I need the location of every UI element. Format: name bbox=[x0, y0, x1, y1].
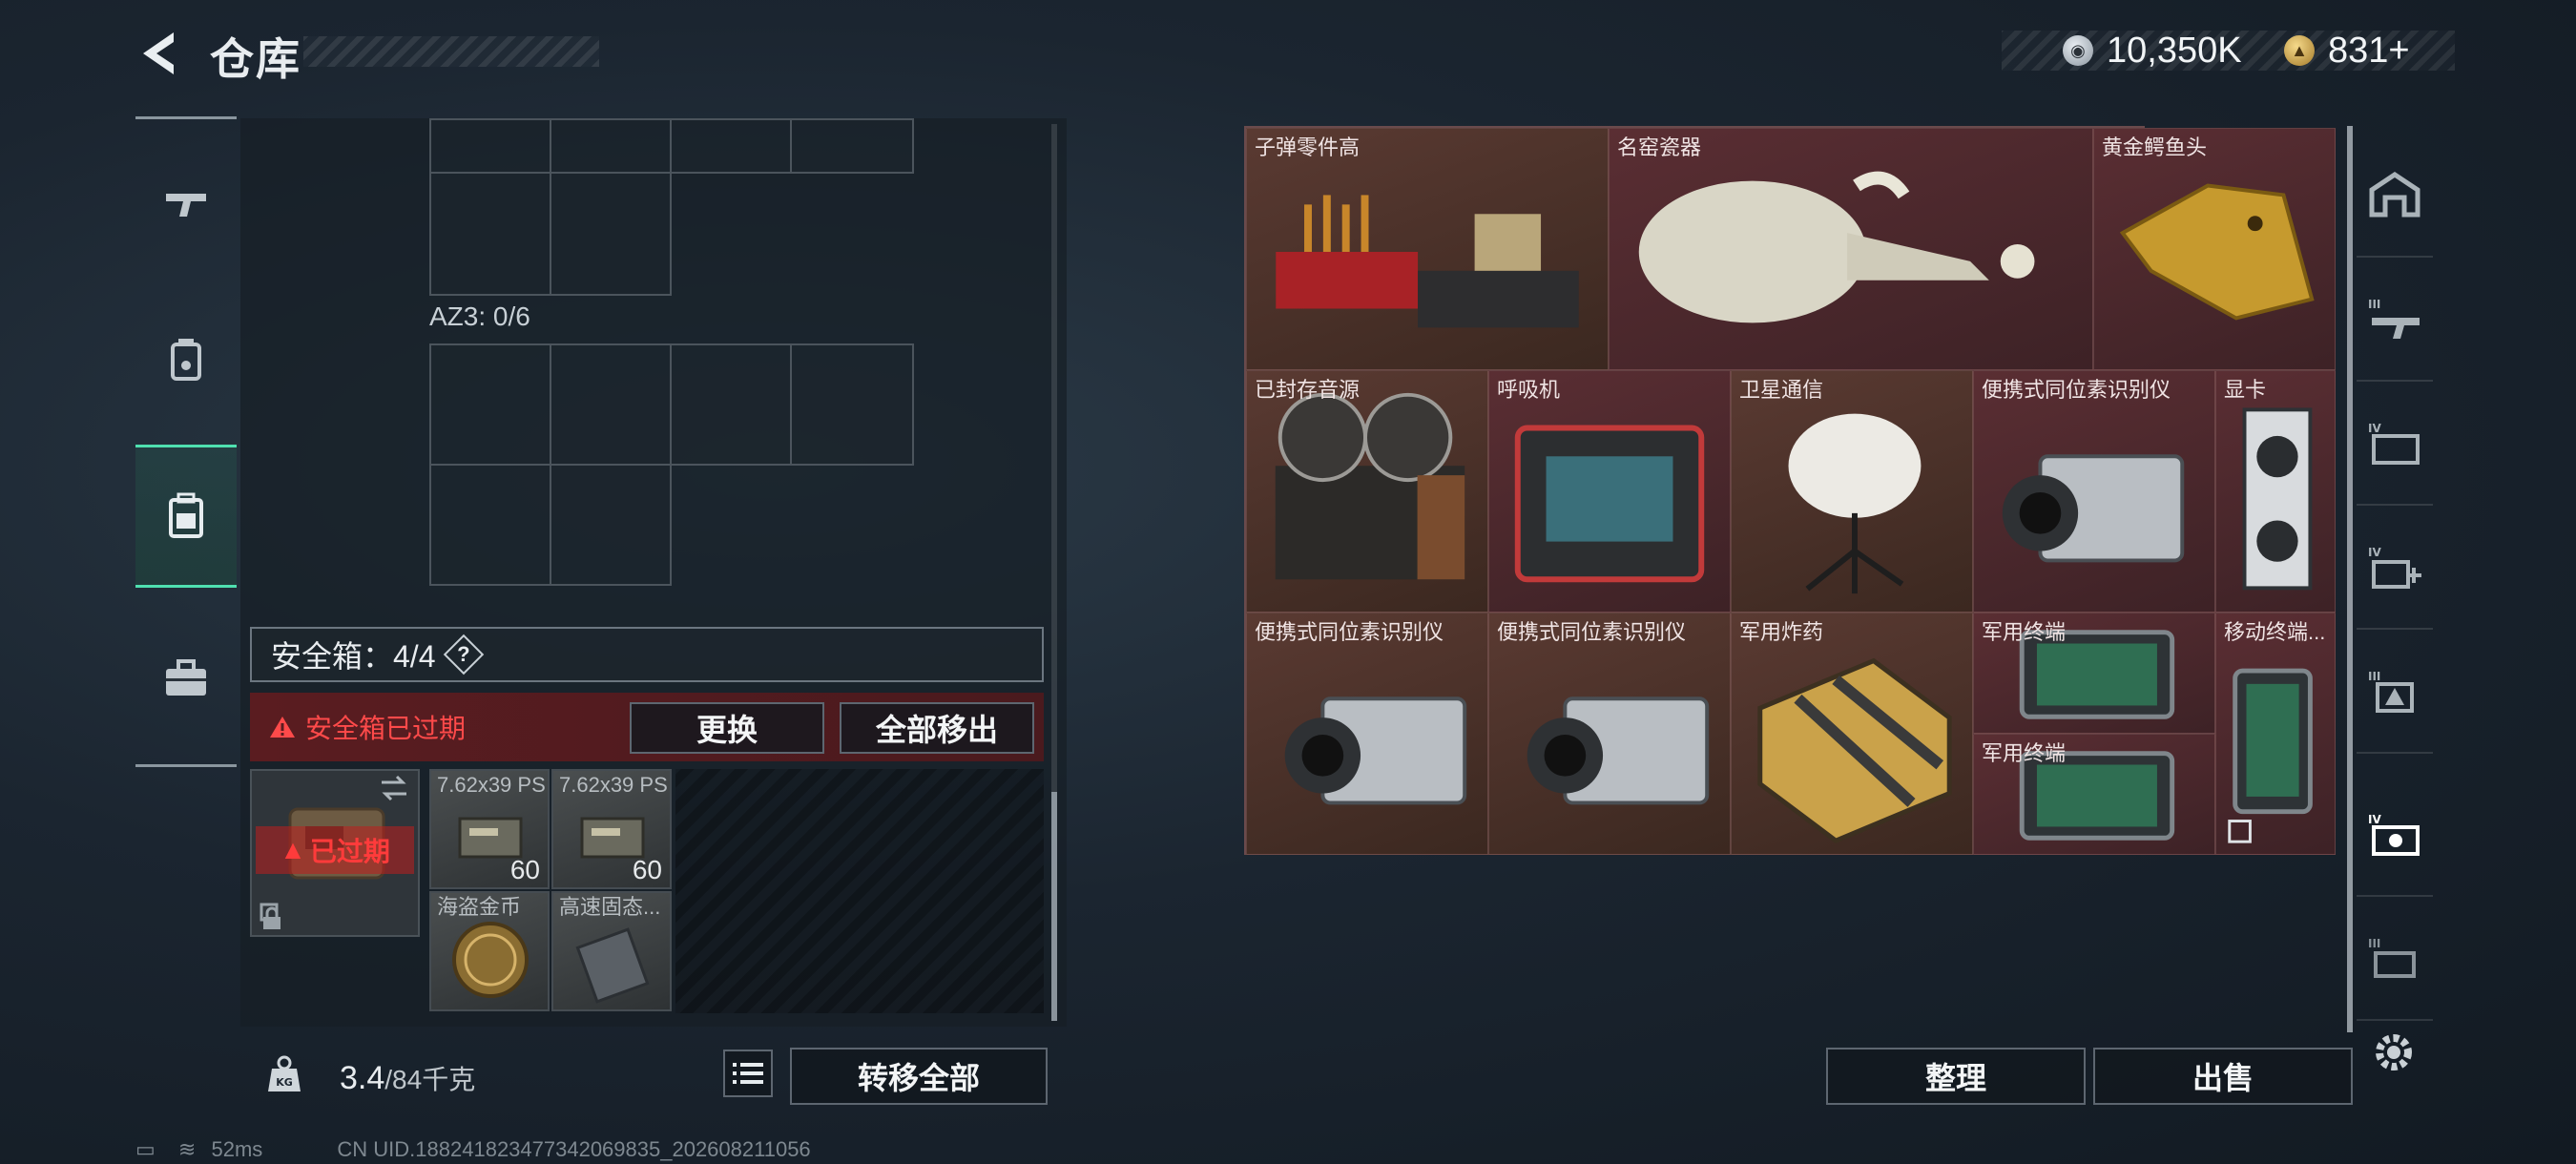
sell-button[interactable]: 出售 bbox=[2093, 1048, 2353, 1105]
expired-warning-text: 安全箱已过期 bbox=[305, 714, 467, 743]
ammo-item[interactable]: 7.62x39 PS 60 bbox=[429, 769, 550, 889]
az3-slot[interactable] bbox=[429, 343, 551, 466]
safe-box-header: 安全箱：4/4 ? bbox=[250, 627, 1044, 682]
replace-button[interactable]: 更换 bbox=[630, 702, 824, 754]
stash-item[interactable]: 军用终端 bbox=[1973, 734, 2215, 855]
svg-text:III: III bbox=[2368, 670, 2380, 683]
move-all-out-button[interactable]: 全部移出 bbox=[840, 702, 1034, 754]
case-expired-label: ▲ 已过期 bbox=[256, 826, 414, 874]
status-bar: ▭ ≋ 52ms CN UID.18824182347734206983­5_2… bbox=[135, 1137, 811, 1162]
stash-home-icon[interactable] bbox=[2357, 134, 2433, 258]
stash-item[interactable]: 名窑瓷器 bbox=[1609, 128, 2093, 370]
ping-text: 52ms bbox=[211, 1137, 263, 1161]
lock-icon bbox=[261, 906, 282, 936]
currency-silver-value: 10,350K bbox=[2107, 31, 2242, 71]
stash-item[interactable]: 军用炸药 bbox=[1731, 613, 1973, 855]
az3-label: AZ3: 0/6 bbox=[429, 301, 530, 331]
stash-item[interactable]: 移动终端... bbox=[2215, 613, 2336, 855]
ssd-item[interactable]: 高速固态... bbox=[551, 891, 672, 1011]
stash-tab-iv-folder-icon[interactable]: IV bbox=[2357, 382, 2433, 506]
svg-text:IV: IV bbox=[2368, 813, 2381, 826]
stash-item[interactable]: 显卡 bbox=[2215, 370, 2336, 613]
stash-item[interactable]: 子弹零件高 bbox=[1246, 128, 1609, 370]
weapon-icon[interactable] bbox=[135, 132, 237, 275]
ammo-item[interactable]: 7.62x39 PS 60 bbox=[551, 769, 672, 889]
swap-icon[interactable] bbox=[378, 775, 410, 806]
scrollbar-thumb[interactable] bbox=[1051, 792, 1057, 1021]
az3-slot[interactable] bbox=[550, 343, 672, 466]
svg-text:IV: IV bbox=[2368, 546, 2381, 559]
weight-icon: KG bbox=[250, 1034, 319, 1114]
svg-text:IV: IV bbox=[2368, 422, 2381, 435]
stash-tab-iii-armor-icon[interactable]: III bbox=[2357, 630, 2433, 754]
back-arrow-icon[interactable] bbox=[134, 27, 187, 80]
wifi-icon: ≋ bbox=[177, 1137, 197, 1161]
stash-tab-iii-misc-icon[interactable]: III bbox=[2357, 897, 2433, 1021]
stash-tab-iii-weapons-icon[interactable]: III bbox=[2357, 258, 2433, 382]
stash-grid: 子弹零件高 名窑瓷器 黄金鳄鱼头 已封存音源 呼吸机 卫星通信 便携式同位素识别… bbox=[1244, 126, 2336, 855]
sort-button[interactable]: 整理 bbox=[1826, 1048, 2086, 1105]
stash-scrollbar-thumb[interactable] bbox=[2347, 126, 2353, 1032]
armor-icon[interactable] bbox=[135, 288, 237, 431]
stash-item[interactable]: 便携式同位素识别仪 bbox=[1246, 613, 1488, 855]
uid-text: CN UID.18824182347734206983­5_2026082110… bbox=[337, 1137, 811, 1161]
pirate-coin-item[interactable]: 海盗金币 bbox=[429, 891, 550, 1011]
az3-slot[interactable] bbox=[550, 464, 672, 586]
svg-text:III: III bbox=[2368, 937, 2380, 950]
stash-tab-iv-medical-icon[interactable]: IV bbox=[2357, 506, 2433, 630]
az3-slot[interactable] bbox=[790, 343, 914, 466]
gold-coin-icon: ▲ bbox=[2284, 35, 2315, 66]
currency-gold-value[interactable]: 831+ bbox=[2328, 31, 2410, 72]
stash-item[interactable]: 军用终端 bbox=[1973, 613, 2215, 734]
safe-box-label: 安全箱：4/4 bbox=[271, 639, 436, 674]
help-icon[interactable]: ? bbox=[443, 634, 484, 676]
battery-icon: ▭ bbox=[135, 1137, 156, 1161]
locked-slots bbox=[675, 769, 1044, 1013]
backpack-icon[interactable] bbox=[135, 445, 237, 588]
svg-text:III: III bbox=[2368, 298, 2380, 311]
warning-icon bbox=[270, 717, 295, 738]
stash-item[interactable]: 呼吸机 bbox=[1488, 370, 1731, 613]
silver-coin-icon: ◉ bbox=[2063, 35, 2093, 66]
stash-item[interactable]: 黄金鳄鱼头 bbox=[2093, 128, 2336, 370]
az3-slot[interactable] bbox=[670, 343, 792, 466]
page-title: 仓库 bbox=[210, 34, 301, 84]
stash-tab-iv-valuables-icon[interactable]: IV bbox=[2357, 773, 2433, 897]
az3-slot[interactable] bbox=[429, 464, 551, 586]
stash-item[interactable]: 卫星通信 bbox=[1731, 370, 1973, 613]
stash-item[interactable]: 便携式同位素识别仪 bbox=[1973, 370, 2215, 613]
stash-item[interactable]: 便携式同位素识别仪 bbox=[1488, 613, 1731, 855]
list-icon[interactable] bbox=[723, 1050, 773, 1097]
transfer-all-button[interactable]: 转移全部 bbox=[790, 1048, 1048, 1105]
svg-text:KG: KG bbox=[276, 1076, 293, 1089]
title-decoration bbox=[303, 36, 599, 67]
stash-item[interactable]: 已封存音源 bbox=[1246, 370, 1488, 613]
weight-readout: 3.4/84千克 bbox=[340, 1060, 476, 1096]
settings-gear-icon[interactable] bbox=[2370, 1029, 2418, 1081]
case-icon[interactable] bbox=[135, 607, 237, 750]
